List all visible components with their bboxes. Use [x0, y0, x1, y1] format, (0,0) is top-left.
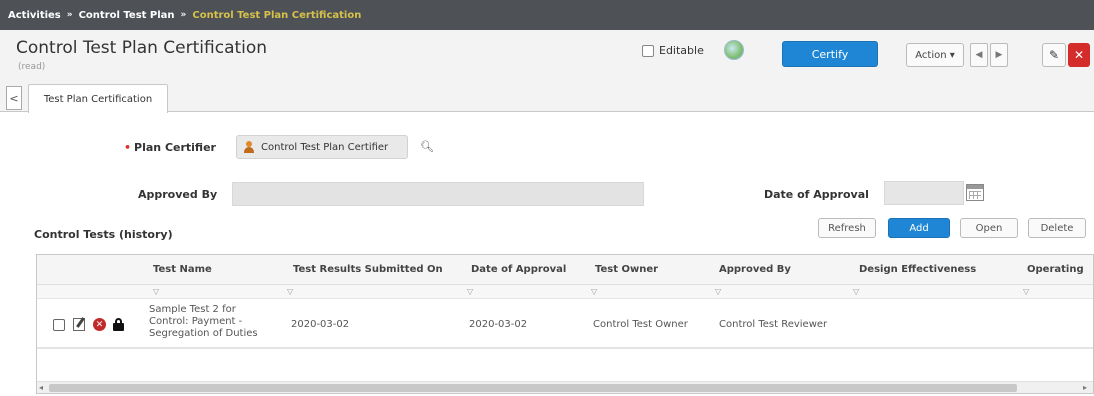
next-record-button[interactable]: ▶	[990, 43, 1008, 67]
column-header-approved-by[interactable]: Approved By	[719, 264, 791, 275]
lock-icon	[113, 318, 124, 331]
breadcrumb-item-activities[interactable]: Activities	[8, 10, 61, 21]
plan-certifier-label-text: Plan Certifier	[134, 141, 216, 154]
control-tests-grid: Test Name Test Results Submitted On Date…	[36, 254, 1094, 394]
cell-test-name-line: Sample Test 2 for	[149, 304, 236, 315]
action-dropdown-button[interactable]: Action ▾	[906, 43, 964, 67]
breadcrumb-item-current: Control Test Plan Certification	[192, 9, 362, 21]
search-icon[interactable]: 🔍︎	[420, 140, 434, 153]
column-header-submitted-on[interactable]: Test Results Submitted On	[293, 264, 443, 275]
paperclip-icon: ✎	[1048, 48, 1060, 62]
date-of-approval-label: Date of Approval	[764, 188, 869, 201]
date-of-approval-field	[884, 181, 964, 205]
page-header: Control Test Plan Certification (read) E…	[0, 30, 1094, 80]
delete-button[interactable]: Delete	[1028, 218, 1086, 238]
previous-record-button[interactable]: ◀	[970, 43, 988, 67]
open-button[interactable]: Open	[960, 218, 1018, 238]
column-header-design-effectiveness[interactable]: Design Effectiveness	[859, 264, 976, 275]
approved-by-field	[232, 182, 644, 206]
breadcrumb: Activities » Control Test Plan » Control…	[0, 0, 1094, 30]
column-header-operating[interactable]: Operating	[1027, 264, 1084, 275]
attach-button[interactable]: ✎	[1042, 43, 1066, 67]
close-icon: ✕	[1073, 48, 1085, 62]
cell-test-owner: Control Test Owner	[593, 319, 688, 330]
page-title: Control Test Plan Certification	[16, 38, 268, 58]
close-button[interactable]: ✕	[1068, 43, 1090, 67]
plan-certifier-chip[interactable]: Control Test Plan Certifier	[236, 135, 408, 159]
filter-icon[interactable]: ▽	[715, 287, 721, 296]
cell-test-name-line: Segregation of Duties	[149, 328, 258, 339]
column-header-test-name[interactable]: Test Name	[153, 264, 212, 275]
grid-header: Test Name Test Results Submitted On Date…	[37, 255, 1093, 285]
breadcrumb-separator: »	[66, 10, 73, 20]
horizontal-scrollbar[interactable]: ◂ ▸	[37, 381, 1093, 393]
approved-by-label: Approved By	[138, 188, 218, 201]
chevron-left-icon: ◀	[975, 50, 983, 60]
control-tests-section-title: Control Tests (history)	[34, 228, 173, 241]
scroll-right-icon[interactable]: ▸	[1083, 383, 1087, 392]
user-icon	[243, 141, 255, 153]
grid-filter-row: ▽ ▽ ▽ ▽ ▽ ▽ ▽	[37, 285, 1093, 299]
remove-icon[interactable]: ✕	[93, 318, 106, 331]
globe-icon[interactable]	[724, 40, 744, 60]
tab-test-plan-certification[interactable]: Test Plan Certification	[28, 84, 168, 113]
chevron-left-icon: <	[9, 91, 19, 105]
scroll-left-icon[interactable]: ◂	[39, 383, 43, 392]
breadcrumb-item-control-test-plan[interactable]: Control Test Plan	[79, 10, 175, 21]
column-header-date-of-approval[interactable]: Date of Approval	[471, 264, 566, 275]
refresh-button[interactable]: Refresh	[818, 218, 876, 238]
filter-icon[interactable]: ▽	[287, 287, 293, 296]
filter-icon[interactable]: ▽	[153, 287, 159, 296]
cell-submitted-on: 2020-03-02	[291, 319, 350, 330]
tab-bar: < Test Plan Certification	[0, 80, 1094, 113]
calendar-icon[interactable]	[966, 184, 984, 201]
cell-test-name-line: Control: Payment -	[149, 316, 243, 327]
tab-scroll-left-button[interactable]: <	[6, 86, 22, 110]
column-header-test-owner[interactable]: Test Owner	[595, 264, 658, 275]
row-select-checkbox[interactable]	[53, 319, 65, 331]
page: Activities » Control Test Plan » Control…	[0, 0, 1094, 396]
add-button[interactable]: Add	[888, 218, 950, 238]
filter-icon[interactable]: ▽	[1023, 287, 1029, 296]
cell-approved-by: Control Test Reviewer	[719, 319, 828, 330]
scrollbar-thumb[interactable]	[49, 384, 1017, 392]
plan-certifier-value: Control Test Plan Certifier	[261, 141, 389, 153]
edit-icon[interactable]	[73, 318, 85, 331]
cell-test-name[interactable]: Sample Test 2 for Control: Payment - Seg…	[149, 304, 258, 340]
cell-date-of-approval: 2020-03-02	[469, 319, 528, 330]
certify-button[interactable]: Certify	[782, 41, 878, 67]
required-marker: •	[124, 141, 132, 154]
editable-label: Editable	[659, 44, 704, 57]
filter-icon[interactable]: ▽	[853, 287, 859, 296]
breadcrumb-separator: »	[180, 10, 187, 20]
plan-certifier-label: • Plan Certifier	[124, 141, 216, 154]
chevron-right-icon: ▶	[995, 50, 1003, 60]
filter-icon[interactable]: ▽	[467, 287, 473, 296]
table-row[interactable]: ✕ Sample Test 2 for Control: Payment - S…	[37, 301, 1093, 349]
editable-toggle[interactable]: Editable	[642, 44, 704, 57]
editable-checkbox[interactable]	[642, 44, 654, 57]
filter-icon[interactable]: ▽	[591, 287, 597, 296]
page-mode-label: (read)	[18, 62, 46, 72]
